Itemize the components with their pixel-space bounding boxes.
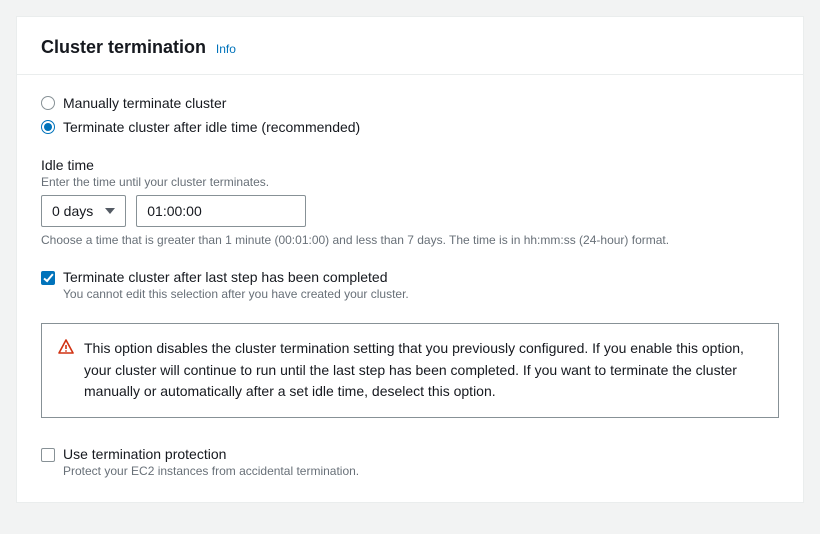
checkbox-text-group: Use termination protection Protect your …	[63, 446, 779, 478]
panel-header: Cluster termination Info	[17, 17, 803, 75]
termination-protection-checkbox[interactable]	[41, 448, 55, 462]
radio-icon	[41, 96, 55, 110]
termination-protection-desc: Protect your EC2 instances from accident…	[63, 464, 779, 478]
terminate-after-step-checkbox[interactable]	[41, 271, 55, 285]
info-link[interactable]: Info	[216, 42, 236, 56]
idle-time-label: Idle time	[41, 157, 779, 173]
radio-terminate-after-idle[interactable]: Terminate cluster after idle time (recom…	[41, 119, 779, 135]
idle-days-value: 0 days	[52, 203, 93, 219]
terminate-after-step-desc: You cannot edit this selection after you…	[63, 287, 779, 301]
radio-label: Terminate cluster after idle time (recom…	[63, 119, 360, 135]
idle-time-hint: Enter the time until your cluster termin…	[41, 175, 779, 189]
panel-body: Manually terminate cluster Terminate clu…	[17, 75, 803, 502]
idle-time-field: Idle time Enter the time until your clus…	[41, 157, 779, 247]
idle-duration-input[interactable]: 01:00:00	[136, 195, 306, 227]
termination-protection-checkbox-row: Use termination protection Protect your …	[41, 446, 779, 478]
idle-time-controls: 0 days 01:00:00	[41, 195, 779, 227]
termination-protection-label: Use termination protection	[63, 446, 779, 462]
idle-days-select[interactable]: 0 days	[41, 195, 126, 227]
checkbox-text-group: Terminate cluster after last step has be…	[63, 269, 779, 301]
chevron-down-icon	[105, 208, 115, 214]
idle-duration-value: 01:00:00	[147, 203, 202, 219]
warning-triangle-icon	[58, 339, 74, 358]
radio-icon	[41, 120, 55, 134]
terminate-after-step-checkbox-row: Terminate cluster after last step has be…	[41, 269, 779, 301]
terminate-after-step-label: Terminate cluster after last step has be…	[63, 269, 779, 285]
idle-time-constraint: Choose a time that is greater than 1 min…	[41, 233, 779, 247]
radio-manually-terminate[interactable]: Manually terminate cluster	[41, 95, 779, 111]
warning-alert: This option disables the cluster termina…	[41, 323, 779, 418]
panel-title: Cluster termination	[41, 37, 206, 57]
warning-alert-text: This option disables the cluster termina…	[84, 338, 762, 403]
termination-mode-radio-group: Manually terminate cluster Terminate clu…	[41, 95, 779, 135]
cluster-termination-panel: Cluster termination Info Manually termin…	[16, 16, 804, 503]
radio-label: Manually terminate cluster	[63, 95, 226, 111]
